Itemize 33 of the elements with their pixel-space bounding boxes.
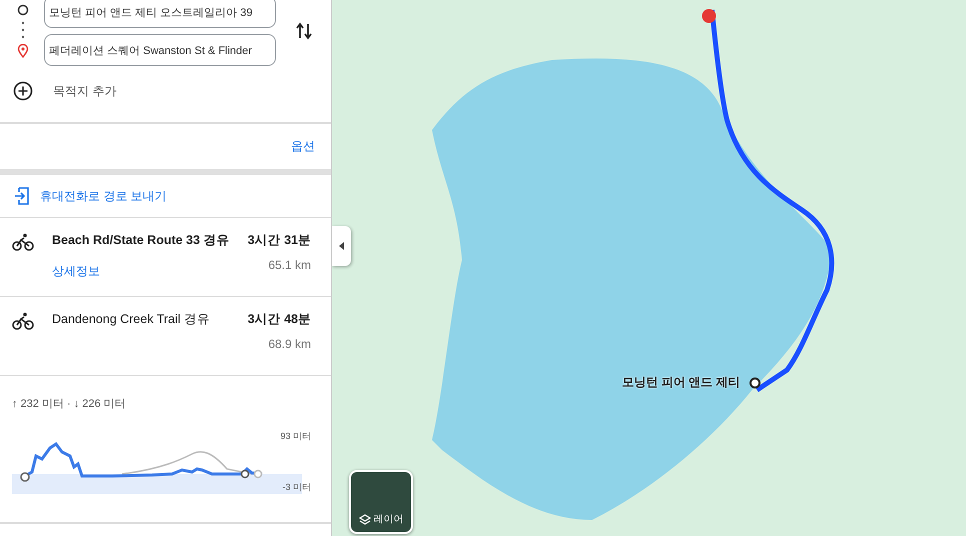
elevation-min-label: -3 미터 <box>282 481 311 494</box>
elevation-max-label: 93 미터 <box>280 430 311 443</box>
route-option[interactable]: Dandenong Creek Trail 경유 3시간 48분 68.9 km <box>0 297 331 376</box>
origin-marker-icon[interactable] <box>750 378 760 388</box>
origin-circle-icon <box>17 4 29 16</box>
options-link[interactable]: 옵션 <box>291 138 315 155</box>
collapse-panel-button[interactable] <box>332 226 351 266</box>
caret-icon <box>338 242 344 250</box>
add-circle-icon[interactable] <box>13 81 33 101</box>
bicycle-icon <box>12 312 34 330</box>
origin-field[interactable]: 모닝턴 피어 앤드 제티 오스트레일리아 39 <box>44 0 276 28</box>
route-distance: 68.9 km <box>268 337 311 351</box>
layers-button[interactable]: 레이어 <box>349 470 413 534</box>
elevation-summary: ↑ 232 미터 · ↓ 226 미터 <box>12 398 126 410</box>
send-to-phone-link[interactable]: 휴대전화로 경로 보내기 <box>40 188 167 204</box>
dots-icon <box>21 20 25 40</box>
pin-icon <box>17 44 29 58</box>
place-label[interactable]: 모닝턴 피어 앤드 제티 <box>622 374 740 391</box>
destination-field[interactable]: 페더레이션 스퀘어 Swanston St & Flinder <box>44 34 276 66</box>
bicycle-icon <box>12 233 34 251</box>
layers-icon <box>358 514 370 526</box>
route-duration: 3시간 48분 <box>248 311 311 328</box>
destination-marker-icon[interactable] <box>702 9 716 23</box>
swap-arrows-icon[interactable] <box>296 22 312 40</box>
phone-send-icon <box>14 187 30 205</box>
route-option[interactable]: Beach Rd/State Route 33 경유 상세정보 3시간 31분 65.1 km <box>0 218 331 297</box>
route-duration: 3시간 31분 <box>248 232 311 249</box>
add-destination-link[interactable]: 목적지 추가 <box>53 82 116 100</box>
route-name: Dandenong Creek Trail 경유 <box>52 311 212 328</box>
map-background[interactable]: 모닝턴 피어 앤드 제티 레이어 <box>332 0 966 536</box>
details-link[interactable]: 상세정보 <box>52 263 248 280</box>
route-name: Beach Rd/State Route 33 경유 <box>52 232 230 249</box>
route-distance: 65.1 km <box>268 258 311 272</box>
